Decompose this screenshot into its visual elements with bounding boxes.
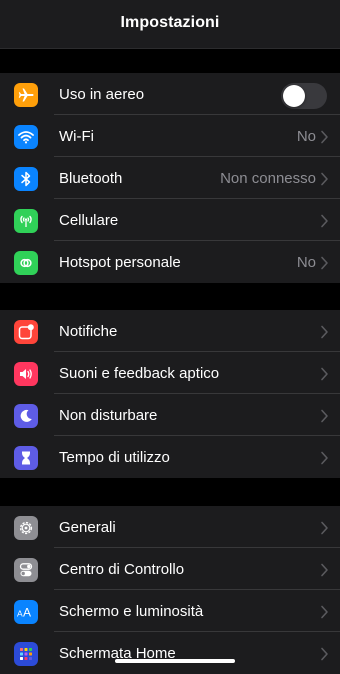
settings-row-do-not-disturb[interactable]: Non disturbare bbox=[0, 394, 340, 436]
settings-row-label: Centro di Controllo bbox=[59, 560, 185, 578]
settings-row-label: Non disturbare bbox=[59, 406, 158, 424]
chevron-right-icon bbox=[321, 172, 328, 186]
chevron-right-icon bbox=[321, 256, 328, 270]
settings-group-notifications: Notifiche Suoni e feedback aptico Non di… bbox=[0, 310, 340, 478]
airplane-mode-toggle[interactable] bbox=[281, 83, 327, 109]
hourglass-icon bbox=[14, 446, 38, 470]
hotspot-icon bbox=[14, 251, 38, 275]
chevron-right-icon bbox=[321, 214, 328, 228]
notifications-icon bbox=[14, 320, 38, 344]
bluetooth-icon bbox=[14, 167, 38, 191]
settings-row-bluetooth[interactable]: Bluetooth Non connesso bbox=[0, 157, 340, 199]
chevron-right-icon bbox=[321, 409, 328, 423]
settings-row-control-center[interactable]: Centro di Controllo bbox=[0, 548, 340, 590]
settings-row-home-screen[interactable]: Schermata Home bbox=[0, 632, 340, 674]
airplane-icon bbox=[14, 83, 38, 107]
chevron-right-icon bbox=[321, 367, 328, 381]
settings-row-hotspot[interactable]: Hotspot personale No bbox=[0, 241, 340, 283]
settings-row-label: Generali bbox=[59, 518, 116, 536]
navigation-bar: Impostazioni bbox=[0, 0, 340, 49]
chevron-right-icon bbox=[321, 521, 328, 535]
toggle-knob bbox=[283, 85, 305, 107]
settings-row-general[interactable]: Generali bbox=[0, 506, 340, 548]
wifi-status-value: No bbox=[296, 127, 316, 145]
settings-row-sounds[interactable]: Suoni e feedback aptico bbox=[0, 352, 340, 394]
settings-row-label: Notifiche bbox=[59, 322, 118, 340]
chevron-right-icon bbox=[321, 647, 328, 661]
chevron-right-icon bbox=[321, 325, 328, 339]
settings-row-label: Uso in aereo bbox=[59, 85, 145, 103]
settings-row-wifi[interactable]: Wi-Fi No bbox=[0, 115, 340, 157]
moon-icon bbox=[14, 404, 38, 428]
control-center-icon bbox=[14, 558, 38, 582]
chevron-right-icon bbox=[321, 451, 328, 465]
settings-row-notifications[interactable]: Notifiche bbox=[0, 310, 340, 352]
settings-row-label: Bluetooth bbox=[59, 169, 123, 187]
bluetooth-status-value: Non connesso bbox=[220, 169, 316, 187]
settings-row-label: Schermo e luminosità bbox=[59, 602, 204, 620]
settings-row-cellular[interactable]: Cellulare bbox=[0, 199, 340, 241]
settings-row-screen-time[interactable]: Tempo di utilizzo bbox=[0, 436, 340, 478]
settings-row-label: Tempo di utilizzo bbox=[59, 448, 170, 466]
cellular-icon bbox=[14, 209, 38, 233]
chevron-right-icon bbox=[321, 563, 328, 577]
settings-row-label: Hotspot personale bbox=[59, 253, 181, 271]
settings-row-label: Wi-Fi bbox=[59, 127, 94, 145]
wifi-icon bbox=[14, 125, 38, 149]
settings-row-display-brightness[interactable]: A A Schermo e luminosità bbox=[0, 590, 340, 632]
chevron-right-icon bbox=[321, 605, 328, 619]
hotspot-status-value: No bbox=[296, 253, 316, 271]
sound-icon bbox=[14, 362, 38, 386]
settings-group-connectivity: Uso in aereo Wi-Fi No Bluetooth Non conn… bbox=[0, 73, 340, 283]
settings-row-airplane-mode[interactable]: Uso in aereo bbox=[0, 73, 340, 115]
settings-row-label: Cellulare bbox=[59, 211, 119, 229]
chevron-right-icon bbox=[321, 130, 328, 144]
gear-icon bbox=[14, 516, 38, 540]
svg-text:A: A bbox=[23, 606, 31, 618]
home-indicator[interactable] bbox=[115, 659, 235, 663]
settings-row-label: Suoni e feedback aptico bbox=[59, 364, 220, 382]
page-title: Impostazioni bbox=[120, 14, 220, 31]
display-icon: A A bbox=[14, 600, 38, 624]
settings-group-general: Generali Centro di Controllo A A Schermo… bbox=[0, 506, 340, 674]
home-screen-icon bbox=[14, 642, 38, 666]
